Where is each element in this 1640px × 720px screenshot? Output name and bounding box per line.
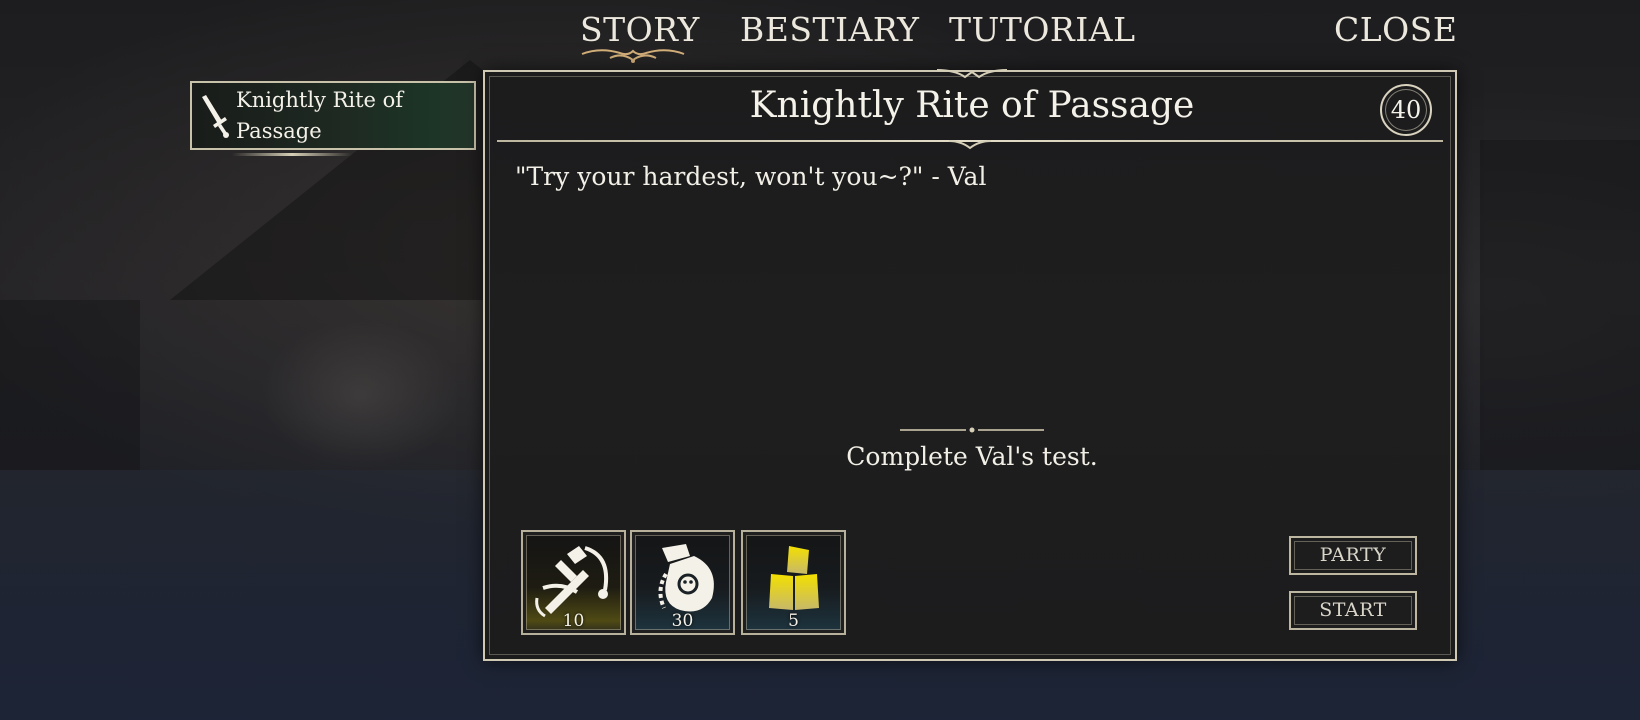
party-button[interactable]: PARTY [1289,536,1417,575]
quest-list-item-label: Knightly Rite of Passage [236,88,404,143]
background-house-left [0,300,140,470]
gold-blocks-icon [769,546,819,610]
potion-pouch-icon [658,544,714,612]
sword-icon [202,95,229,138]
reward-slot[interactable]: 10 [521,530,626,635]
reward-count: 5 [788,611,799,631]
reward-count: 10 [562,611,585,631]
tab-bestiary[interactable]: BESTIARY [740,10,919,49]
background-figure [260,320,460,470]
start-button[interactable]: START [1289,591,1417,630]
reward-slot[interactable]: 30 [630,530,735,635]
close-button[interactable]: CLOSE [1334,10,1457,49]
quest-title: Knightly Rite of Passage [749,85,1195,126]
quest-list-item[interactable]: Knightly Rite of Passage [190,81,476,156]
quest-objective: Complete Val's test. [846,442,1098,471]
tab-tutorial[interactable]: TUTORIAL [949,10,1136,49]
tab-story[interactable]: STORY [580,10,700,49]
reward-slot[interactable]: 5 [741,530,846,635]
title-divider-ornament-icon [948,140,992,150]
active-tab-flourish-icon [581,49,685,63]
crossbow-hammer-icon [535,546,608,618]
reward-count: 30 [671,611,694,631]
background-house-right [1480,140,1640,470]
panel-top-ornament-icon [936,69,1008,79]
quest-quote: "Try your hardest, won't you~?" - Val [515,162,987,191]
quest-level-badge: 40 [1380,84,1432,136]
objective-divider-icon [900,427,1044,433]
quest-detail-panel: Knightly Rite of Passage 40 "Try your ha… [483,69,1457,661]
